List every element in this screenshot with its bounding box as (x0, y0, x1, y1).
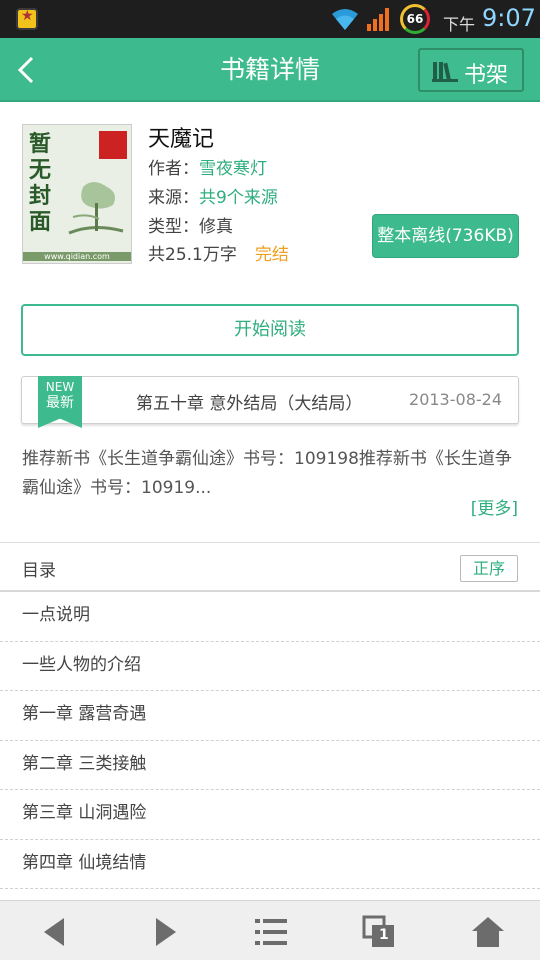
chapter-title: 第三章 山洞遇险 (22, 803, 147, 823)
chapter-item[interactable]: 第四章 仙境结情 (0, 840, 540, 889)
source-row: 来源：共9个来源 (148, 183, 278, 208)
author-link[interactable]: 雪夜寒灯 (199, 159, 267, 179)
home-button[interactable] (468, 915, 508, 949)
battery-indicator: 66 (400, 4, 430, 34)
forward-arrow-icon (156, 918, 176, 946)
home-icon (472, 917, 504, 947)
bottom-toolbar: 1 (0, 900, 540, 960)
wifi-icon (332, 9, 358, 30)
chapter-item[interactable]: 一些人物的介绍 (0, 642, 540, 691)
word-count: 共25.1万字 (148, 245, 237, 265)
new-badge-top: NEW (45, 380, 75, 394)
chapter-title: 一些人物的介绍 (22, 654, 141, 675)
chapter-title: 第一章 露营奇遇 (22, 704, 147, 724)
notification-app-icon (16, 8, 38, 30)
forward-nav-button[interactable] (144, 915, 184, 949)
author-row: 作者：雪夜寒灯 (148, 154, 267, 179)
new-badge-bottom: 最新 (46, 395, 74, 411)
download-offline-button[interactable]: 整本离线(736KB) (372, 214, 519, 258)
start-reading-button[interactable]: 开始阅读 (21, 304, 519, 356)
app-header: 书籍详情 书架 (0, 38, 540, 102)
wordcount-row: 共25.1万字 完结 (148, 240, 289, 265)
chapter-title: 第二章 三类接触 (22, 753, 147, 774)
cover-landscape-art (68, 182, 124, 235)
menu-list-icon (255, 919, 287, 945)
type-row: 类型：修真 (148, 212, 233, 237)
bookshelf-button[interactable]: 书架 (418, 48, 524, 92)
chapter-item[interactable]: 一点说明 (0, 592, 540, 642)
status-bar: 66 下午 9:07 (0, 0, 540, 38)
chapter-item[interactable]: 第一章 露营奇遇 (0, 691, 540, 741)
toc-title: 目录 (22, 561, 56, 581)
source-link[interactable]: 共9个来源 (199, 188, 278, 208)
chapter-item[interactable]: 第二章 三类接触 (0, 741, 540, 790)
source-label: 来源： (148, 188, 199, 208)
back-nav-button[interactable] (36, 915, 76, 949)
book-description: 推荐新书《长生道争霸仙途》书号：109198推荐新书《长生道争霸仙途》书号：10… (22, 449, 512, 498)
book-cover: 暂无封面 www.qidian.com (22, 124, 132, 264)
new-badge: NEW 最新 (38, 376, 82, 428)
type-label: 类型： (148, 217, 199, 237)
latest-chapter-title: 第五十章 意外结局（大结局） (136, 394, 363, 414)
status-time: 9:07 (482, 4, 536, 32)
back-arrow-icon (44, 918, 64, 946)
more-link[interactable]: [更多] (471, 494, 518, 519)
tabs-button[interactable]: 1 (360, 915, 400, 949)
sort-order-button[interactable]: 正序 (460, 555, 518, 582)
author-label: 作者： (148, 159, 199, 179)
latest-chapter-date: 2013-08-24 (409, 390, 502, 409)
tab-count: 1 (379, 927, 389, 943)
chapter-list: 一点说明 一些人物的介绍 第一章 露营奇遇 第二章 三类接触 第三章 山洞遇险 … (0, 592, 540, 889)
menu-button[interactable] (252, 915, 292, 949)
toc-header: 目录 正序 (0, 542, 540, 592)
chapter-item[interactable]: 第三章 山洞遇险 (0, 790, 540, 840)
chapter-title: 一点说明 (22, 605, 90, 625)
signal-icon (367, 8, 389, 31)
cover-placeholder-text: 暂无封面 (29, 131, 52, 235)
chapter-title: 第四章 仙境结情 (22, 852, 147, 873)
cover-stamp (99, 131, 127, 159)
book-title: 天魔记 (148, 127, 215, 152)
latest-chapter-row[interactable]: NEW 最新 第五十章 意外结局（大结局） 2013-08-24 (21, 376, 519, 428)
bookshelf-label: 书架 (464, 63, 509, 88)
bookshelf-icon (432, 62, 458, 82)
cover-watermark: www.qidian.com (23, 252, 131, 261)
type-value: 修真 (199, 217, 233, 237)
status-badge: 完结 (254, 245, 289, 265)
status-ampm: 下午 (443, 15, 476, 34)
